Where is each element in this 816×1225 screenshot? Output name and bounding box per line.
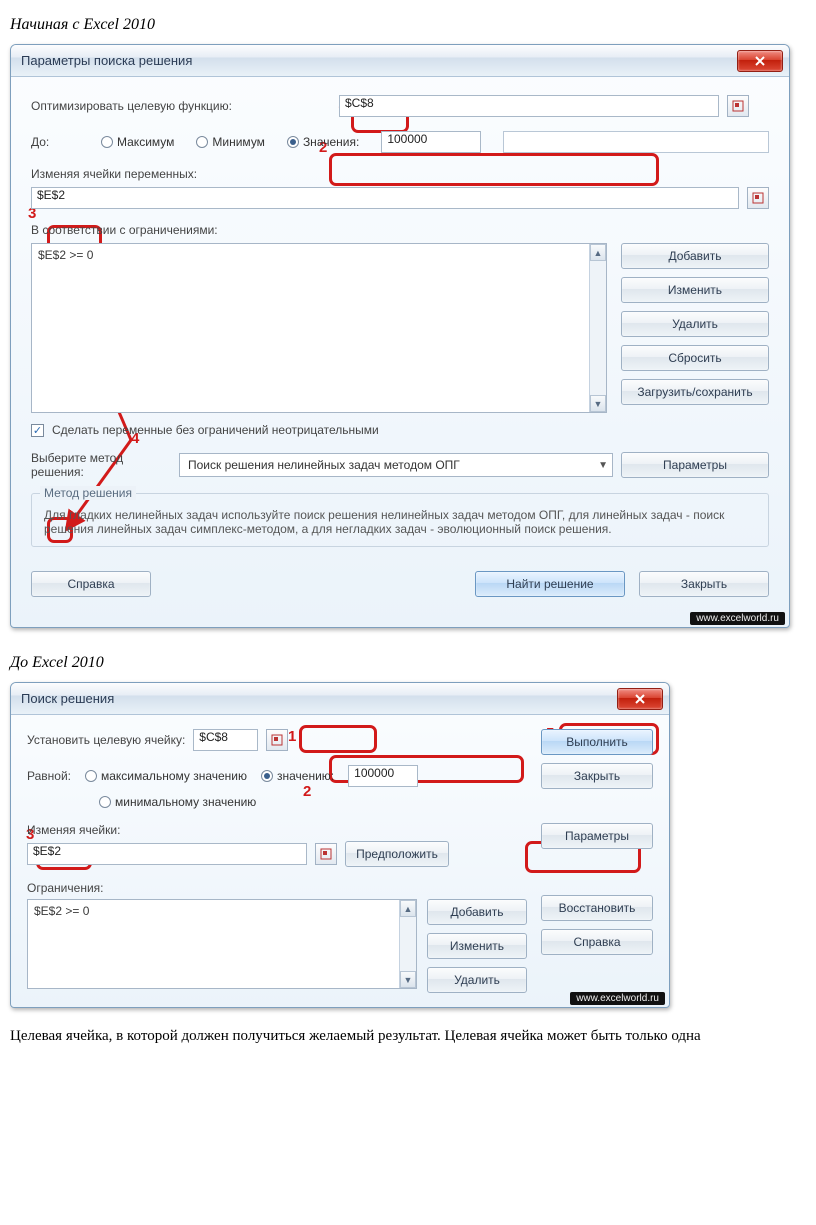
- radio-value-label: Значения:: [303, 135, 359, 149]
- radio-value[interactable]: значению:: [261, 769, 334, 783]
- radio-minimum-label: Минимум: [212, 135, 265, 149]
- scroll-down-icon[interactable]: ▼: [590, 395, 606, 412]
- help-button[interactable]: Справка: [541, 929, 653, 955]
- parameters-button[interactable]: Параметры: [621, 452, 769, 478]
- chevron-down-icon: ▼: [598, 460, 608, 471]
- titlebar[interactable]: Параметры поиска решения: [11, 45, 789, 77]
- method-description-text: Для гладких нелинейных задач используйте…: [44, 508, 756, 536]
- constraints-label: Ограничения:: [27, 881, 527, 895]
- nonneg-checkbox[interactable]: [31, 424, 44, 437]
- scroll-down-icon[interactable]: ▼: [400, 971, 416, 988]
- radio-value[interactable]: Значения:: [287, 135, 359, 149]
- scrollbar[interactable]: ▲ ▼: [399, 900, 416, 988]
- constraints-label: В соответствии с ограничениями:: [31, 223, 769, 237]
- parameters-button[interactable]: Параметры: [541, 823, 653, 849]
- method-select[interactable]: Поиск решения нелинейных задач методом О…: [179, 453, 613, 477]
- radio-minimum[interactable]: Минимум: [196, 135, 265, 149]
- delete-constraint-button[interactable]: Удалить: [621, 311, 769, 337]
- help-button[interactable]: Справка: [31, 571, 151, 597]
- method-select-value: Поиск решения нелинейных задач методом О…: [188, 458, 460, 472]
- solver-dialog-2010: Параметры поиска решения 1 2 3 4 5 Можно…: [10, 44, 790, 628]
- constraints-listbox[interactable]: $E$2 >= 0 ▲ ▼: [27, 899, 417, 989]
- method-description-box: Метод решения Для гладких нелинейных зад…: [31, 493, 769, 547]
- change-constraint-button[interactable]: Изменить: [427, 933, 527, 959]
- solve-button[interactable]: Найти решение: [475, 571, 625, 597]
- dialog-title: Параметры поиска решения: [21, 53, 737, 68]
- scroll-up-icon[interactable]: ▲: [400, 900, 416, 917]
- radio-maximum[interactable]: Максимум: [101, 135, 174, 149]
- method-select-label: Выберите метод решения:: [31, 451, 171, 479]
- constraint-item[interactable]: $E$2 >= 0: [38, 248, 586, 262]
- changing-cells-label: Изменяя ячейки переменных:: [31, 167, 769, 181]
- changing-cells-label: Изменяя ячейки:: [27, 823, 527, 837]
- titlebar[interactable]: Поиск решения: [11, 683, 669, 715]
- doc-heading-2: До Excel 2010: [10, 654, 806, 672]
- close-button[interactable]: [737, 50, 783, 72]
- scroll-up-icon[interactable]: ▲: [590, 244, 606, 261]
- target-cell-label: Установить целевую ячейку:: [27, 733, 185, 747]
- cell-picker-icon[interactable]: [315, 843, 337, 865]
- to-label: До:: [31, 135, 79, 149]
- changing-cells-input[interactable]: $E$2: [27, 843, 307, 865]
- add-constraint-button[interactable]: Добавить: [427, 899, 527, 925]
- close-icon: [753, 54, 767, 68]
- target-value-input[interactable]: 100000: [348, 765, 418, 787]
- optimize-label: Оптимизировать целевую функцию:: [31, 99, 331, 113]
- guess-button[interactable]: Предположить: [345, 841, 449, 867]
- run-button[interactable]: Выполнить: [541, 729, 653, 755]
- watermark: www.excelworld.ru: [690, 612, 785, 625]
- dialog-title: Поиск решения: [21, 691, 617, 706]
- scrollbar[interactable]: ▲ ▼: [589, 244, 606, 412]
- radio-minimum[interactable]: минимальному значению: [99, 795, 256, 809]
- constraint-item[interactable]: $E$2 >= 0: [34, 904, 396, 918]
- cell-picker-icon[interactable]: [747, 187, 769, 209]
- load-save-button[interactable]: Загрузить/сохранить: [621, 379, 769, 405]
- close-button[interactable]: Закрыть: [541, 763, 653, 789]
- radio-value-label: значению:: [277, 769, 334, 783]
- method-description-title: Метод решения: [40, 486, 136, 500]
- close-button[interactable]: [617, 688, 663, 710]
- nonneg-checkbox-label: Сделать переменные без ограничений неотр…: [52, 423, 379, 437]
- changing-cells-input[interactable]: $E$2: [31, 187, 739, 209]
- solver-dialog-legacy: Поиск решения 1 2 3 4 5 Установить целев…: [10, 682, 670, 1008]
- watermark: www.excelworld.ru: [570, 992, 665, 1005]
- close-icon: [633, 692, 647, 706]
- radio-maximum-label: Максимум: [117, 135, 174, 149]
- reset-button[interactable]: Сбросить: [621, 345, 769, 371]
- delete-constraint-button[interactable]: Удалить: [427, 967, 527, 993]
- cell-picker-icon[interactable]: [727, 95, 749, 117]
- radio-minimum-label: минимальному значению: [115, 795, 256, 809]
- target-cell-input[interactable]: $C$8: [193, 729, 258, 751]
- doc-footer: Целевая ячейка, в которой должен получит…: [10, 1028, 806, 1045]
- constraints-listbox[interactable]: $E$2 >= 0 ▲ ▼: [31, 243, 607, 413]
- target-value-input[interactable]: 100000: [381, 131, 481, 153]
- close-button[interactable]: Закрыть: [639, 571, 769, 597]
- radio-maximum-label: максимальному значению: [101, 769, 247, 783]
- objective-cell-input[interactable]: $C$8: [339, 95, 719, 117]
- change-constraint-button[interactable]: Изменить: [621, 277, 769, 303]
- restore-button[interactable]: Восстановить: [541, 895, 653, 921]
- cell-picker-icon[interactable]: [266, 729, 288, 751]
- add-constraint-button[interactable]: Добавить: [621, 243, 769, 269]
- radio-maximum[interactable]: максимальному значению: [85, 769, 247, 783]
- equal-label: Равной:: [27, 769, 71, 783]
- doc-heading-1: Начиная с Excel 2010: [10, 16, 806, 34]
